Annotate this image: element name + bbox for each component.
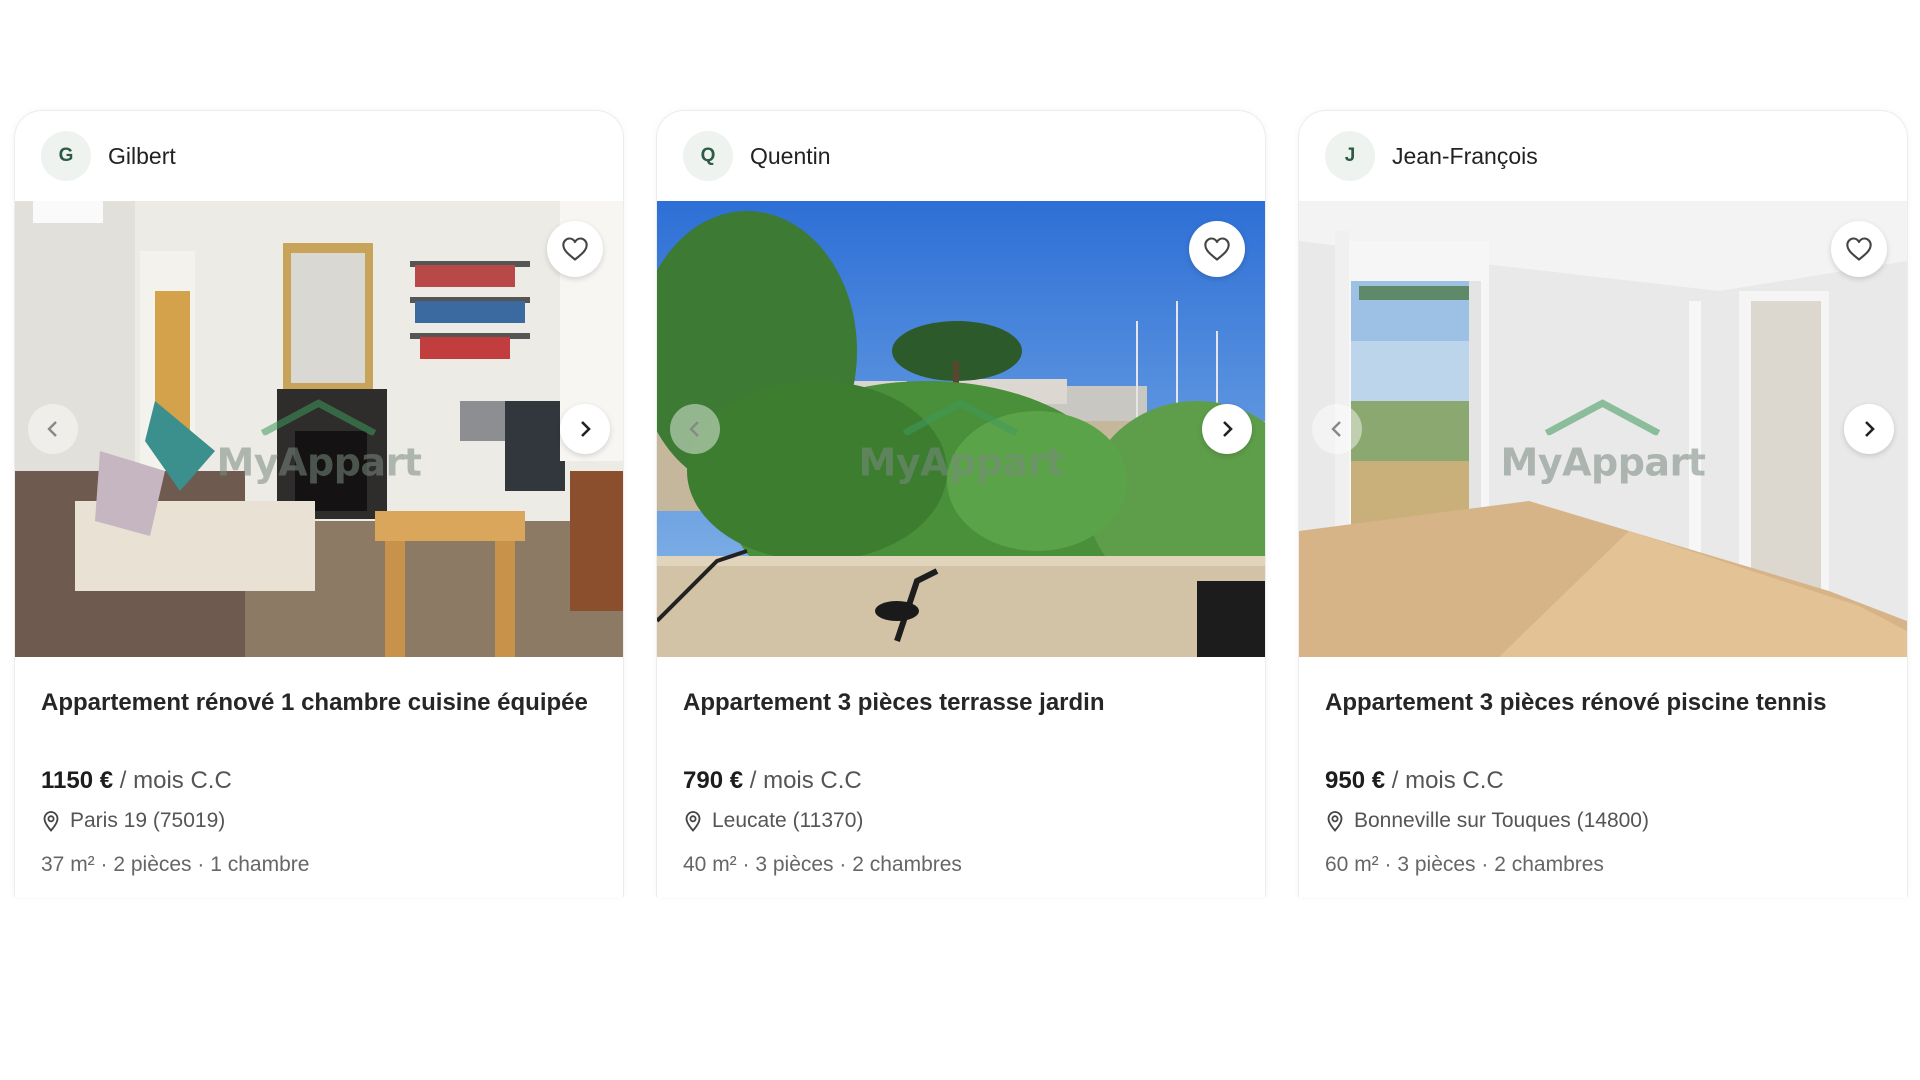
price-suffix: / mois C.C [119,767,232,794]
location-text: Leucate (11370) [712,809,864,832]
listing-card[interactable]: J Jean-François MyAppart Appartement 3 p… [1298,110,1908,897]
listing-details: Appartement 3 pièces rénové piscine tenn… [1299,689,1907,877]
listing-details: Appartement 3 pièces terrasse jardin 790… [657,689,1265,877]
listing-location: Paris 19 (75019) [41,809,597,833]
price-row: 950 € / mois C.C [1325,767,1881,795]
owner-header: G Gilbert [15,111,623,201]
next-photo-button[interactable] [1844,404,1894,454]
next-photo-button[interactable] [560,404,610,454]
map-pin-icon [1327,811,1343,832]
owner-header: Q Quentin [657,111,1265,201]
listing-card[interactable]: G Gilbert MyAppart Appartement rénové 1 … [14,110,624,897]
previous-photo-button[interactable] [670,404,720,454]
chevron-right-icon [1223,421,1233,437]
listing-price: 790 € [683,767,744,794]
chevron-left-icon [1331,421,1341,437]
heart-outline-icon [562,237,588,261]
price-suffix: / mois C.C [749,767,862,794]
listing-specs: 40 m² · 3 pièces · 2 chambres [683,853,962,876]
chevron-right-icon [1865,421,1875,437]
listing-specs: 60 m² · 3 pièces · 2 chambres [1325,853,1604,876]
owner-name[interactable]: Jean-François [1392,143,1538,170]
chevron-left-icon [47,421,57,437]
location-text: Bonneville sur Touques (14800) [1354,809,1649,832]
owner-name[interactable]: Quentin [750,143,831,170]
listing-title[interactable]: Appartement 3 pièces terrasse jardin [683,689,1239,717]
house-roof-icon [1545,399,1661,437]
location-text: Paris 19 (75019) [70,809,226,832]
owner-avatar: G [41,131,91,181]
listing-photo[interactable]: MyAppart [1299,201,1907,657]
listing-specs: 37 m² · 2 pièces · 1 chambre [41,853,310,876]
watermark-logo: MyAppart [217,399,422,484]
listing-location: Bonneville sur Touques (14800) [1325,809,1881,833]
house-roof-icon [261,399,377,437]
owner-name[interactable]: Gilbert [108,143,176,170]
listing-price: 950 € [1325,767,1386,794]
previous-photo-button[interactable] [28,404,78,454]
listing-location: Leucate (11370) [683,809,1239,833]
house-roof-icon [903,399,1019,437]
map-pin-icon [685,811,701,832]
chevron-right-icon [581,421,591,437]
heart-outline-icon [1204,237,1230,261]
chevron-left-icon [689,421,699,437]
listing-title[interactable]: Appartement 3 pièces rénové piscine tenn… [1325,689,1881,717]
heart-outline-icon [1846,237,1872,261]
listing-carousel: G Gilbert MyAppart Appartement rénové 1 … [0,0,1920,1080]
listing-details: Appartement rénové 1 chambre cuisine équ… [15,689,623,877]
favorite-button[interactable] [547,221,603,277]
price-row: 1150 € / mois C.C [41,767,597,795]
listing-title[interactable]: Appartement rénové 1 chambre cuisine équ… [41,689,597,717]
favorite-button[interactable] [1831,221,1887,277]
listing-photo[interactable]: MyAppart [657,201,1265,657]
owner-avatar: J [1325,131,1375,181]
owner-avatar: Q [683,131,733,181]
watermark-logo: MyAppart [1501,399,1706,484]
listing-price: 1150 € [41,767,114,794]
favorite-button[interactable] [1189,221,1245,277]
watermark-logo: MyAppart [859,399,1064,484]
price-row: 790 € / mois C.C [683,767,1239,795]
map-pin-icon [43,811,59,832]
previous-photo-button[interactable] [1312,404,1362,454]
listing-photo[interactable]: MyAppart [15,201,623,657]
listing-card[interactable]: Q Quentin MyAppart Appartement 3 pièces … [656,110,1266,897]
price-suffix: / mois C.C [1391,767,1504,794]
owner-header: J Jean-François [1299,111,1907,201]
next-photo-button[interactable] [1202,404,1252,454]
